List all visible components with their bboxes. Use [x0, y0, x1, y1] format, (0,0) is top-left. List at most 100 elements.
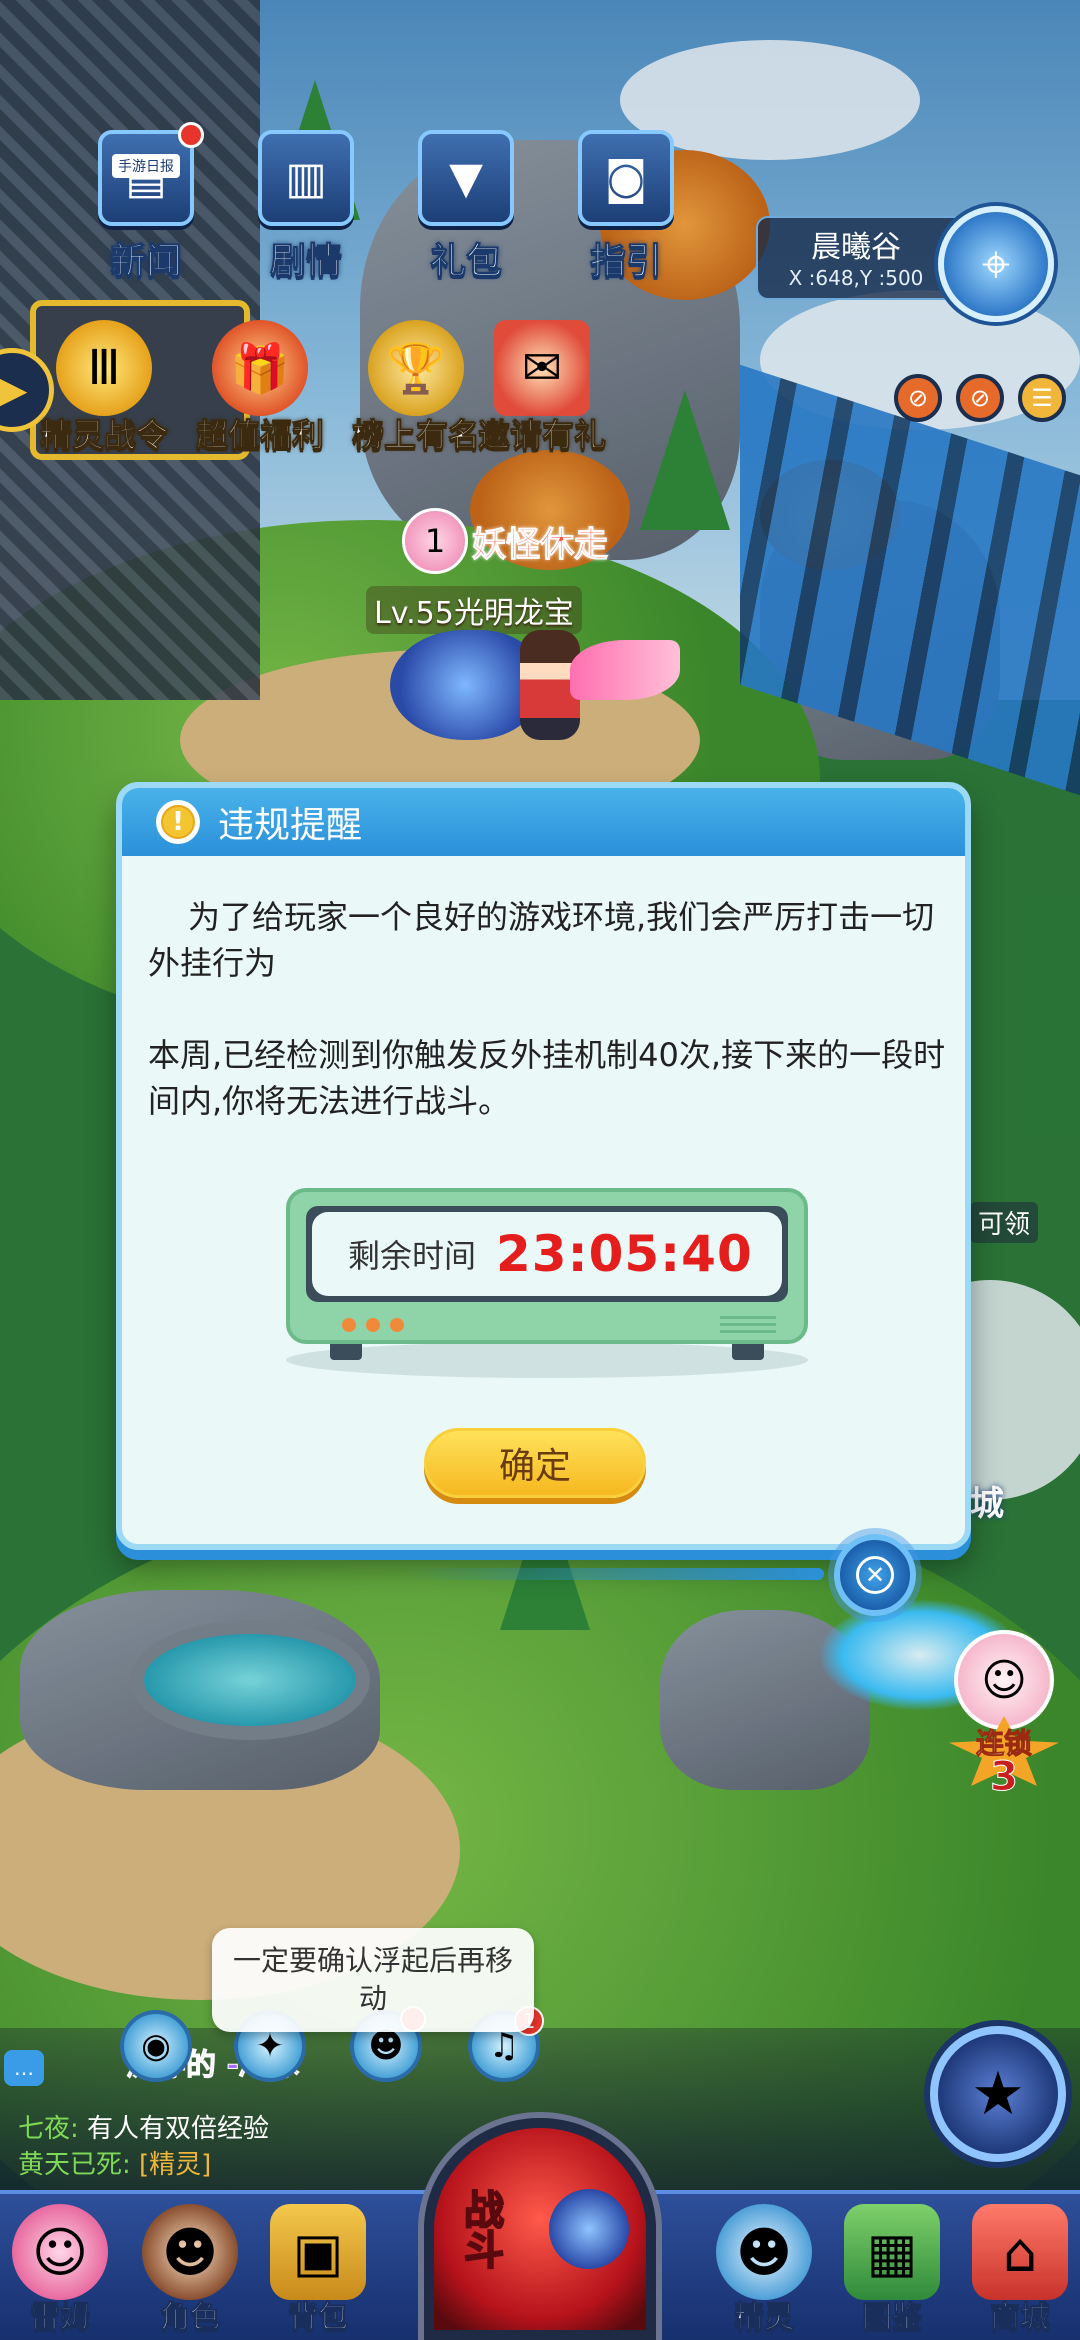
- chat-item-link[interactable]: [精灵]: [139, 2150, 211, 2180]
- trophy-icon: 🏆: [368, 320, 464, 416]
- news-menu-item[interactable]: ▤ 手游日报 新闻: [90, 122, 204, 284]
- combo-count: 3: [990, 1754, 1019, 1801]
- violation-dialog: ! 违规提醒 为了给玩家一个良好的游戏环境,我们会严厉打击一切外挂行为 本周,已…: [116, 782, 971, 1550]
- pet-quick-button[interactable]: ◉: [120, 2010, 192, 2082]
- invite-envelope-icon: ✉: [494, 320, 590, 416]
- countdown-clock: 剩余时间 23:05:40: [286, 1188, 808, 1378]
- hide-players-button[interactable]: ⊘: [956, 374, 1004, 422]
- nav-label: 商城: [990, 2300, 1051, 2336]
- battle-pass-button[interactable]: Ⅲ 精灵战令: [39, 320, 169, 456]
- nav-label: 角色: [160, 2300, 221, 2336]
- bell-icon: ♫: [488, 2026, 520, 2066]
- nav-spirit[interactable]: ☻ 精灵: [704, 2204, 824, 2336]
- combo-badge[interactable]: ☺ 连锁 3: [944, 1630, 1064, 1810]
- nav-handbook[interactable]: ▦ 图鉴: [832, 2204, 952, 2336]
- character-icon: ☻: [142, 2204, 238, 2300]
- nav-shop[interactable]: ⌂ 商城: [960, 2204, 1080, 2336]
- storybook-icon: ▥: [258, 130, 354, 226]
- clock-shadow: [286, 1342, 808, 1378]
- gift-pack-menu-item[interactable]: ▼ 礼包: [410, 130, 522, 284]
- warning-icon: !: [156, 800, 200, 844]
- remaining-time-value: 23:05:40: [496, 1225, 753, 1283]
- mute-icon: ⊘: [907, 384, 929, 412]
- hide-icon: ⊘: [969, 384, 991, 412]
- dragon-pet-sprite: [390, 630, 540, 740]
- wing-sprite: [570, 640, 680, 700]
- more-menu-button[interactable]: ☰: [1018, 374, 1066, 422]
- chat-sender: 七夜:: [18, 2114, 79, 2144]
- menu-list-icon: ☰: [1031, 384, 1053, 412]
- newspaper-tag: 手游日报: [112, 154, 180, 178]
- player-character[interactable]: [390, 630, 680, 750]
- activity-label: 精灵战令: [39, 416, 169, 455]
- dialog-paragraph: 为了给玩家一个良好的游戏环境,我们会严厉打击一切外挂行为: [148, 898, 935, 982]
- activity-label: 超值福利: [195, 416, 325, 455]
- invite-reward-button[interactable]: ✉ 邀请有礼: [477, 320, 607, 456]
- location-panel: 晨曦谷 X :648,Y :500: [756, 216, 956, 300]
- play-icon: ▶: [0, 367, 28, 413]
- menu-label: 指引: [589, 241, 662, 283]
- confirm-button[interactable]: 确定: [424, 1428, 646, 1498]
- pet-status-tag: 1 妖怪休走: [402, 508, 609, 574]
- gift-pack-icon: ▼: [418, 130, 514, 226]
- chat-message[interactable]: 黄天已死: [精灵]: [18, 2144, 211, 2181]
- activity-label: 榜上有名: [351, 416, 481, 455]
- top-menu: ▤ 手游日报 新闻 ▥ 剧情 ▼ 礼包 ◙ 指引: [90, 122, 682, 284]
- compass-quick-icon: ✦: [255, 2026, 285, 2066]
- nav-leimu[interactable]: ☺ 雷姆: [0, 2204, 120, 2336]
- chat-text: 有人有双倍经验: [78, 2114, 270, 2144]
- clock-light: [366, 1318, 380, 1332]
- backpack-icon: ▣: [270, 2204, 366, 2300]
- dialog-header: ! 违规提醒: [122, 788, 965, 856]
- leaderboard-button[interactable]: 🏆 榜上有名: [351, 320, 481, 456]
- dialog-close-button[interactable]: ✕: [834, 1534, 916, 1616]
- clock-body: 剩余时间 23:05:40: [286, 1188, 808, 1344]
- pet-face-icon: 1: [402, 508, 468, 574]
- battle-label: 战斗: [456, 2188, 504, 2270]
- location-coords: X :648,Y :500: [788, 266, 924, 290]
- notification-dot: [178, 122, 204, 148]
- newspaper-icon: ▤: [98, 130, 194, 226]
- spirit-icon: ☻: [716, 2204, 812, 2300]
- gift-box-icon: 🎁: [212, 320, 308, 416]
- chat-sender: 黄天已死:: [18, 2150, 131, 2180]
- world-map-button[interactable]: ⌖: [938, 206, 1054, 322]
- remaining-time-label: 剩余时间: [348, 1237, 477, 1275]
- close-icon: ✕: [856, 1556, 894, 1594]
- claim-hint[interactable]: 可领: [970, 1202, 1039, 1243]
- value-welfare-button[interactable]: 🎁 超值福利: [195, 320, 325, 456]
- nav-character[interactable]: ☻ 角色: [130, 2204, 250, 2336]
- battle-button[interactable]: 战斗: [424, 2118, 656, 2340]
- handbook-icon: ▦: [844, 2204, 940, 2300]
- chat-message[interactable]: 七夜: 有人有双倍经验: [18, 2108, 269, 2145]
- pink-girl-avatar-icon: ☺: [954, 1630, 1054, 1730]
- dialog-title: 违规提醒: [218, 805, 363, 846]
- menu-label: 剧情: [269, 241, 342, 283]
- story-menu-item[interactable]: ▥ 剧情: [250, 130, 362, 284]
- city-hint[interactable]: 城: [970, 1476, 1004, 1525]
- shop-icon: ⌂: [972, 2204, 1068, 2300]
- nav-label: 图鉴: [862, 2300, 923, 2336]
- skill-star-button[interactable]: ★: [930, 2026, 1066, 2162]
- pet-level-badge: 1: [424, 522, 446, 560]
- map-pin-icon: ⌖: [981, 234, 1011, 293]
- guide-menu-item[interactable]: ◙ 指引: [570, 130, 682, 284]
- chat-text: [131, 2150, 139, 2180]
- clock-screen: 剩余时间 23:05:40: [306, 1206, 788, 1302]
- clock-speaker-grill: [720, 1316, 776, 1336]
- pet-quick-icon: ◉: [141, 2026, 171, 2066]
- dialog-body: 为了给玩家一个良好的游戏环境,我们会严厉打击一切外挂行为 本周,已经检测到你触发…: [148, 894, 948, 1170]
- menu-label: 礼包: [429, 241, 502, 283]
- hint-tooltip: 一定要确认浮起后再移动: [212, 1928, 534, 2032]
- nav-label: 背包: [288, 2300, 349, 2336]
- nav-backpack[interactable]: ▣ 背包: [258, 2204, 378, 2336]
- battle-pass-icon: Ⅲ: [56, 320, 152, 416]
- nav-label: 雷姆: [30, 2300, 91, 2336]
- pink-pet-icon: ☺: [12, 2204, 108, 2300]
- activity-label: 邀请有礼: [477, 416, 607, 455]
- player-name-label: Lv.55光明龙宝: [366, 586, 582, 634]
- dragon-emblem-icon: [549, 2189, 629, 2269]
- mute-toggle-button[interactable]: ⊘: [894, 374, 942, 422]
- chat-bubble-icon[interactable]: …: [4, 2050, 44, 2086]
- panda-quick-icon: ☻: [368, 2026, 404, 2066]
